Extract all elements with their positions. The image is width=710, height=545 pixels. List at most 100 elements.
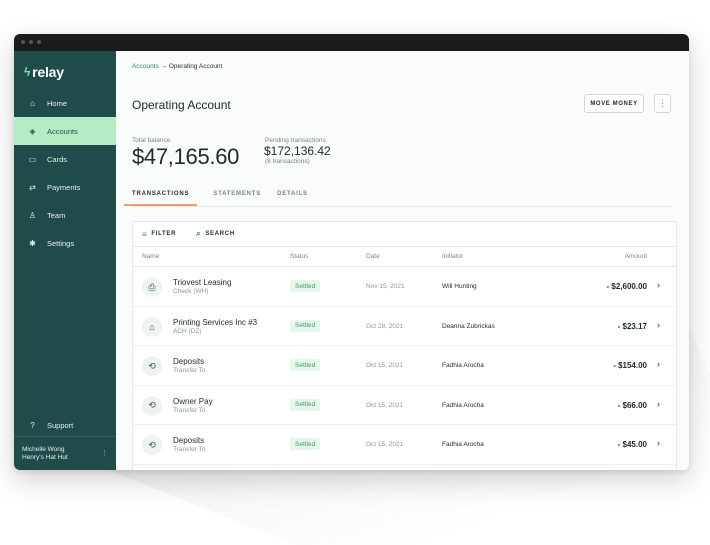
sidebar-item-payments[interactable]: ⇄ Payments [14, 173, 116, 201]
gear-icon: ✱ [29, 238, 36, 248]
tab-transactions[interactable]: TRANSACTIONS [124, 191, 198, 206]
table-row[interactable]: ⌂ Printing Services Inc #3 ACH (DZ) Settled… [133, 307, 676, 346]
transaction-amount: - $45.00 [617, 440, 647, 449]
more-options-button[interactable]: ⋮ [654, 94, 671, 113]
bank-icon: ⌂ [142, 316, 162, 337]
sidebar-item-settings[interactable]: ✱ Settings [14, 229, 116, 257]
user-icon: ♙ [28, 210, 37, 220]
main-content: Accounts → Operating Account Operating A… [116, 51, 689, 470]
search-button[interactable]: ⌕ SEARCH [196, 229, 235, 239]
breadcrumb-separator: → [160, 63, 168, 70]
status-badge: Settled [290, 438, 321, 450]
chevron-right-icon[interactable]: › [657, 280, 660, 290]
layers-icon: ◈ [29, 126, 36, 136]
sidebar-item-label: Payments [47, 182, 81, 192]
chevron-right-icon[interactable]: › [657, 438, 660, 448]
chevron-right-icon[interactable]: › [657, 359, 660, 369]
filter-label: FILTER [151, 231, 177, 237]
table-row[interactable]: ⟲ Deposits Transfer To Settled Oct 15, 2021 F… [133, 425, 676, 465]
window-close-dot[interactable] [21, 40, 25, 44]
transaction-name: Deposits [173, 436, 205, 445]
more-vertical-icon[interactable]: ⋮ [101, 450, 108, 458]
transfer-icon: ⇄ [29, 182, 36, 192]
move-money-button[interactable]: MOVE MONEY [584, 94, 644, 113]
sidebar-item-label: Settings [47, 238, 75, 248]
sidebar-item-team[interactable]: ♙ Team [14, 201, 116, 229]
sidebar-item-label: Cards [47, 154, 68, 164]
column-header-amount[interactable]: Amount [625, 253, 647, 260]
pending-label: Pending transactions [265, 137, 326, 144]
sidebar-item-support[interactable]: ? Support [14, 411, 116, 439]
chevron-right-icon[interactable]: › [657, 320, 660, 330]
sidebar-item-cards[interactable]: ▭ Cards [14, 145, 116, 173]
transfer-icon: ⟲ [142, 435, 162, 455]
sidebar-support: ? Support [14, 411, 116, 439]
page-title: Operating Account [132, 98, 231, 112]
transaction-amount: - $2,600.00 [606, 282, 647, 291]
breadcrumb-current: Operating Account [168, 63, 223, 70]
transaction-method: Transfer To [173, 367, 206, 374]
transaction-date: Oct 28, 2021 [366, 322, 404, 330]
chevron-right-icon[interactable]: › [657, 399, 660, 409]
pending-count: (8 transactions) [265, 158, 310, 165]
transaction-initiator: Fadhia Arocha [442, 441, 484, 448]
sidebar-item-label: Team [47, 210, 66, 220]
relay-logo[interactable]: ϟ relay [24, 64, 64, 80]
transaction-method: Transfer To [173, 446, 206, 453]
transaction-method: Transfer To [173, 406, 206, 414]
column-header-initiator[interactable]: Initiator [442, 253, 463, 260]
table-row[interactable]: ⟲ Owner Pay Transfer To Settled Oct 15, 2021… [133, 386, 676, 425]
sidebar-item-label: Home [47, 98, 68, 108]
transaction-date: Oct 15, 2021 [366, 441, 404, 448]
status-badge: Settled [290, 359, 321, 371]
check-deposit-icon: ⎙ [142, 277, 162, 297]
brand-name: relay [32, 64, 64, 80]
user-org: Henry's Hat Hut [22, 454, 68, 461]
transaction-initiator: Fadhia Arocha [442, 362, 484, 369]
sidebar-item-label: Support [47, 420, 74, 430]
breadcrumb-accounts-link[interactable]: Accounts [132, 63, 159, 70]
transaction-amount: - $66.00 [617, 400, 647, 410]
total-balance-value: $47,165.60 [132, 144, 240, 169]
transaction-amount: - $154.00 [613, 361, 647, 370]
total-balance-label: Total balance [132, 137, 171, 144]
filter-icon: ≡ [142, 229, 148, 239]
table-row[interactable]: ⎙ Triovest Leasing Check (WH) Settled Nov 15… [133, 267, 676, 307]
status-badge: Settled [290, 319, 321, 332]
sidebar-item-label: Accounts [47, 126, 78, 136]
bolt-icon: ϟ [24, 65, 31, 79]
transaction-date: Oct 15, 2021 [366, 401, 404, 409]
table-body: ⎙ Triovest Leasing Check (WH) Settled Nov 15… [133, 267, 676, 465]
window-minimize-dot[interactable] [29, 40, 33, 44]
transaction-name: Triovest Leasing [173, 278, 232, 287]
window-controls [21, 40, 41, 44]
tab-statements[interactable]: STATEMENTS [213, 191, 261, 206]
sidebar: ϟ relay ⌂ Home ◈ Accounts ▭ Cards ⇄ Payments ♙ Te… [14, 51, 116, 470]
transaction-name: Printing Services Inc #3 [173, 317, 258, 327]
transaction-name: Owner Pay [173, 396, 213, 406]
transactions-table: ≡ FILTER ⌕ SEARCH Name Status Date Initi… [132, 221, 677, 470]
breadcrumb: Accounts → Operating Account [132, 63, 222, 70]
transaction-method: Check (WH) [173, 288, 209, 295]
column-header-name[interactable]: Name [142, 253, 159, 260]
transaction-date: Oct 15, 2021 [366, 362, 404, 369]
transaction-name: Deposits [173, 357, 205, 366]
sidebar-item-home[interactable]: ⌂ Home [14, 89, 116, 117]
app-window: ϟ relay ⌂ Home ◈ Accounts ▭ Cards ⇄ Payments ♙ Te… [14, 34, 689, 470]
transfer-icon: ⟲ [142, 395, 162, 416]
sidebar-item-accounts[interactable]: ◈ Accounts [14, 117, 116, 145]
user-account-switcher[interactable]: Michelle Wong Henry's Hat Hut ⋮ [14, 436, 116, 470]
column-header-date[interactable]: Date [366, 253, 380, 260]
transfer-icon: ⟲ [142, 356, 162, 376]
table-toolbar: ≡ FILTER ⌕ SEARCH [133, 222, 676, 247]
tab-details[interactable]: DETAILS [277, 191, 308, 206]
window-zoom-dot[interactable] [37, 40, 41, 44]
table-row[interactable]: ⟲ Deposits Transfer To Settled Oct 15, 2021 F… [133, 346, 676, 386]
transaction-initiator: Will Hunting [442, 283, 477, 290]
column-header-status[interactable]: Status [290, 253, 308, 260]
help-icon: ? [30, 420, 35, 430]
transaction-method: ACH (DZ) [173, 327, 202, 335]
filter-button[interactable]: ≡ FILTER [142, 230, 176, 239]
transaction-amount: - $23.17 [617, 321, 647, 331]
transaction-date: Nov 15, 2021 [366, 283, 405, 290]
